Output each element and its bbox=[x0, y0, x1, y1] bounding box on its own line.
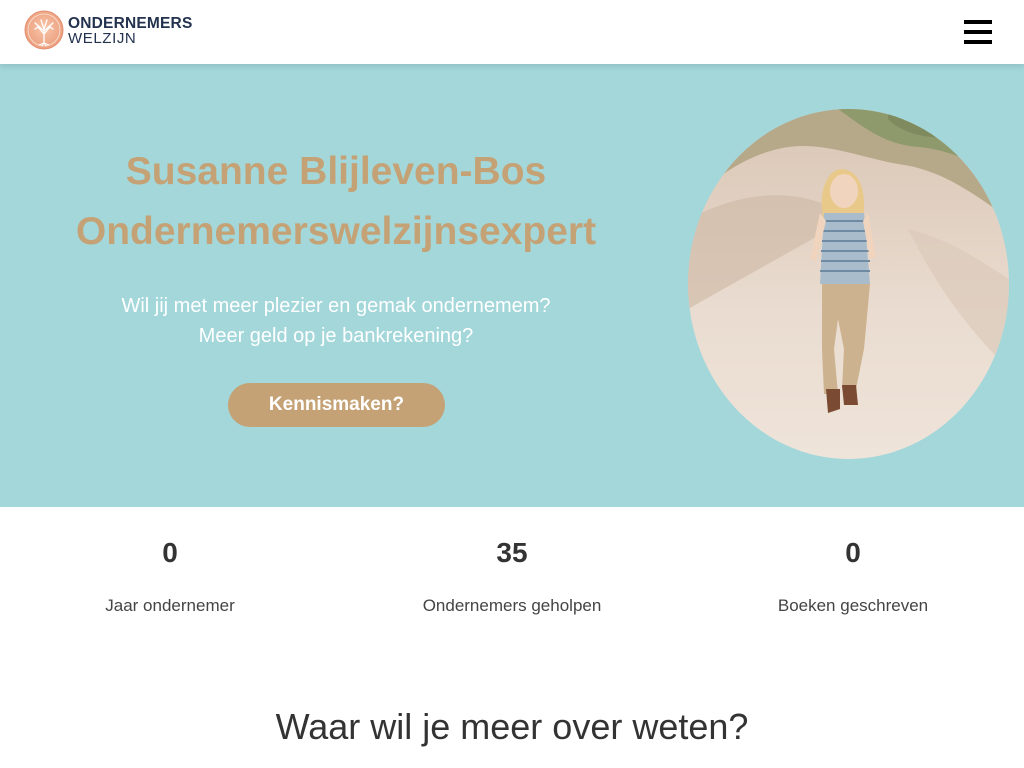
hamburger-menu-icon[interactable] bbox=[964, 19, 992, 45]
stat-years-value: 0 bbox=[162, 537, 178, 568]
hero-subtitle-line2: Meer geld op je bankrekening? bbox=[198, 325, 474, 347]
hero-subtitle-line1: Wil jij met meer plezier en gemak ondern… bbox=[121, 295, 551, 317]
logo-text-line2: WELZIJN bbox=[68, 30, 137, 47]
site-header: ONDERNEMERS WELZIJN bbox=[0, 0, 1024, 64]
stat-books-label: Boeken geschreven bbox=[777, 596, 929, 615]
kennismaken-button[interactable]: Kennismaken? bbox=[228, 383, 445, 427]
stat-helped-value: 35 bbox=[496, 537, 528, 568]
hero-section: Susanne Blijleven-Bos Ondernemerswelzijn… bbox=[0, 64, 1024, 507]
stat-books-value: 0 bbox=[845, 537, 861, 568]
logo[interactable]: ONDERNEMERS WELZIJN bbox=[24, 10, 192, 52]
hero-title-role: Ondernemerswelzijnsexpert bbox=[75, 210, 597, 253]
portrait-photo bbox=[688, 109, 1009, 459]
hero-title-name: Susanne Blijleven-Bos bbox=[125, 150, 547, 193]
stat-years-label: Jaar ondernemer bbox=[105, 596, 235, 615]
stat-helped-label: Ondernemers geholpen bbox=[422, 596, 602, 615]
section-heading: Waar wil je meer over weten? bbox=[275, 706, 749, 747]
tree-logo-icon bbox=[24, 10, 64, 50]
